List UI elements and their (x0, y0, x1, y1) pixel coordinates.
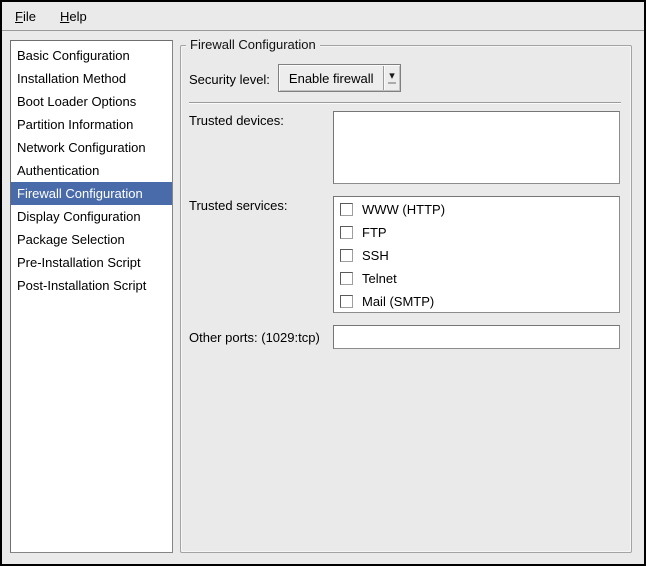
checkbox-ftp[interactable] (340, 226, 353, 239)
service-row-ssh[interactable]: SSH (340, 244, 619, 267)
checkbox-mail-smtp[interactable] (340, 295, 353, 308)
other-ports-label: Other ports: (1029:tcp) (189, 330, 333, 345)
kickstart-configurator-window: File Help Basic Configuration Installati… (0, 0, 646, 566)
other-ports-input[interactable] (333, 325, 620, 349)
service-label: SSH (362, 248, 389, 263)
firewall-configuration-frame: Firewall Configuration Security level: E… (180, 45, 632, 553)
horizontal-separator (189, 102, 621, 104)
section-list: Basic Configuration Installation Method … (10, 40, 173, 553)
sidebar-item-pre-installation-script[interactable]: Pre-Installation Script (11, 251, 172, 274)
security-level-label: Security level: (189, 70, 270, 87)
security-level-select[interactable]: Enable firewall ▾ (278, 64, 401, 92)
sidebar-item-installation-method[interactable]: Installation Method (11, 67, 172, 90)
firewall-form: Trusted devices: Trusted services: WWW (… (189, 111, 620, 349)
sidebar-item-firewall-configuration[interactable]: Firewall Configuration (11, 182, 172, 205)
frame-title: Firewall Configuration (186, 37, 320, 52)
checkbox-telnet[interactable] (340, 272, 353, 285)
sidebar-item-package-selection[interactable]: Package Selection (11, 228, 172, 251)
service-label: Mail (SMTP) (362, 294, 434, 309)
sidebar-item-basic-configuration[interactable]: Basic Configuration (11, 44, 172, 67)
service-row-ftp[interactable]: FTP (340, 221, 619, 244)
main-area: Basic Configuration Installation Method … (2, 31, 644, 564)
sidebar-item-display-configuration[interactable]: Display Configuration (11, 205, 172, 228)
service-label: Telnet (362, 271, 397, 286)
sidebar-item-authentication[interactable]: Authentication (11, 159, 172, 182)
service-row-mail-smtp[interactable]: Mail (SMTP) (340, 290, 619, 313)
checkbox-www-http[interactable] (340, 203, 353, 216)
service-row-telnet[interactable]: Telnet (340, 267, 619, 290)
trusted-devices-label: Trusted devices: (189, 111, 333, 184)
sidebar-item-partition-information[interactable]: Partition Information (11, 113, 172, 136)
menu-file[interactable]: File (13, 7, 38, 26)
service-row-www-http[interactable]: WWW (HTTP) (340, 198, 619, 221)
other-ports-field-wrap (333, 325, 620, 349)
sidebar-item-post-installation-script[interactable]: Post-Installation Script (11, 274, 172, 297)
menubar: File Help (2, 2, 644, 31)
trusted-devices-list[interactable] (333, 111, 620, 184)
sidebar-item-network-configuration[interactable]: Network Configuration (11, 136, 172, 159)
checkbox-ssh[interactable] (340, 249, 353, 262)
trusted-services-list: WWW (HTTP) FTP SSH Telnet (333, 196, 620, 313)
service-label: FTP (362, 225, 387, 240)
menu-help[interactable]: Help (58, 7, 89, 26)
sidebar-item-boot-loader-options[interactable]: Boot Loader Options (11, 90, 172, 113)
security-level-row: Security level: Enable firewall ▾ (189, 64, 621, 92)
service-label: WWW (HTTP) (362, 202, 445, 217)
security-level-value: Enable firewall (279, 71, 384, 86)
dropdown-arrow-icon: ▾ (384, 72, 400, 84)
trusted-services-label: Trusted services: (189, 196, 333, 313)
